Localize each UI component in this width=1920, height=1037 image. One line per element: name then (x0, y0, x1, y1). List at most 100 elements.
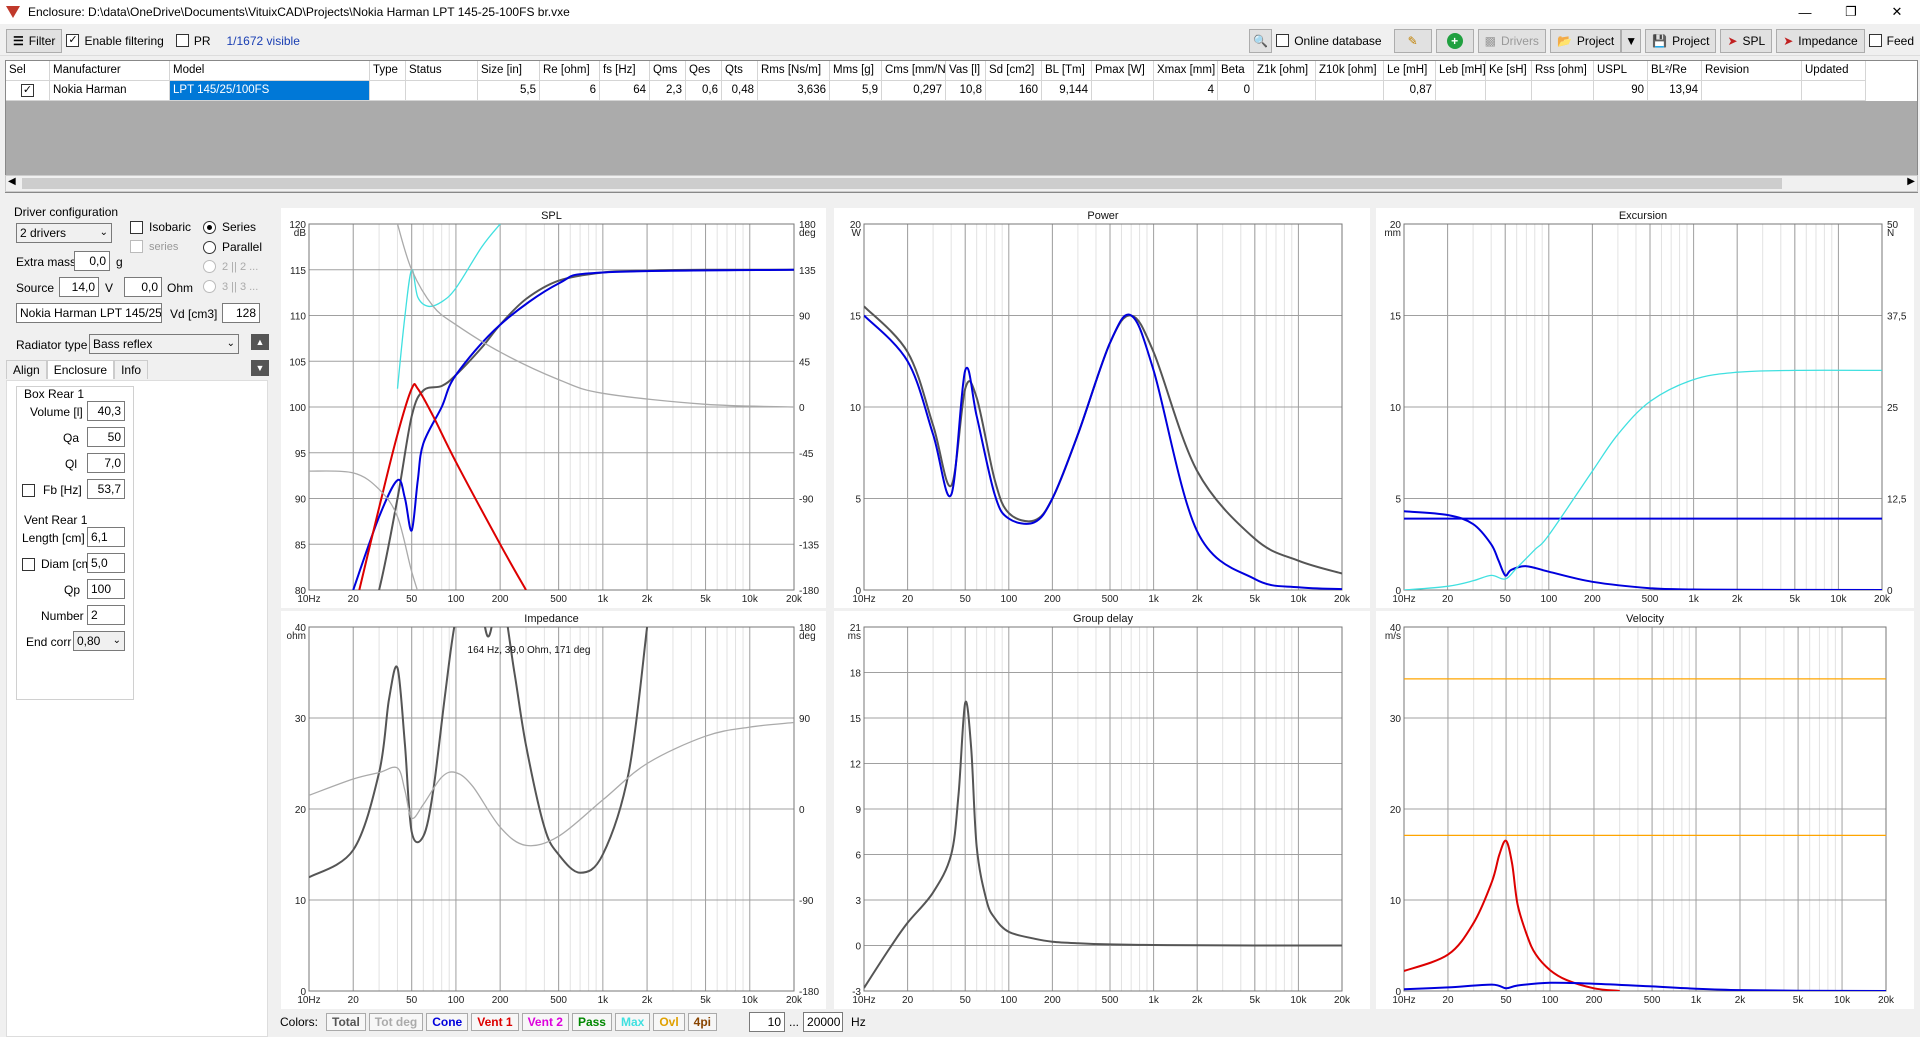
table-cell[interactable]: 9,144 (1042, 81, 1092, 101)
frequency-max-input[interactable]: 20000 (803, 1012, 844, 1032)
ql-input[interactable]: 7,0 (87, 453, 125, 473)
color-toggle-7[interactable]: Ovl (653, 1013, 685, 1031)
scroll-right-icon[interactable]: ▶ (1907, 176, 1915, 187)
table-cell[interactable] (406, 81, 478, 101)
scrollbar-thumb[interactable] (22, 178, 1782, 189)
tab-enclosure[interactable]: Enclosure (46, 360, 115, 379)
table-cell[interactable]: 64 (600, 81, 650, 101)
project-open-button[interactable]: 📂 Project (1549, 28, 1622, 53)
column-header[interactable]: Z10k [ohm] (1316, 61, 1384, 81)
collapse-down-button[interactable]: ▼ (251, 360, 269, 376)
column-header[interactable]: Model (170, 61, 370, 81)
table-cell[interactable]: Nokia Harman (50, 81, 170, 101)
table-cell[interactable]: 10,8 (946, 81, 986, 101)
minimize-button[interactable]: — (1782, 0, 1828, 24)
edit-button[interactable]: ✎ (1393, 28, 1432, 53)
table-cell[interactable]: 0 (1218, 81, 1254, 101)
table-cell[interactable] (1532, 81, 1594, 101)
driver-name-input[interactable]: Nokia Harman LPT 145/25/1 (16, 303, 162, 323)
search-button[interactable]: 🔍 (1249, 28, 1273, 53)
isobaric-checkbox[interactable]: Isobaric (130, 220, 191, 234)
color-toggle-8[interactable]: 4pi (687, 1013, 718, 1031)
column-header[interactable]: Beta (1218, 61, 1254, 81)
color-toggle-5[interactable]: Pass (571, 1013, 612, 1031)
table-cell[interactable] (1802, 81, 1866, 101)
column-header[interactable]: Leb [mH] (1436, 61, 1486, 81)
column-header[interactable]: Manufacturer (50, 61, 170, 81)
column-header[interactable]: Ke [sH] (1486, 61, 1532, 81)
table-cell[interactable]: 13,94 (1648, 81, 1702, 101)
diam-checkbox[interactable]: Diam [cm] (22, 557, 95, 571)
column-header[interactable]: Sd [cm2] (986, 61, 1042, 81)
row-select-cell[interactable]: ✓ (6, 81, 50, 101)
table-cell[interactable]: 90 (1594, 81, 1648, 101)
color-toggle-6[interactable]: Max (614, 1013, 651, 1031)
table-cell[interactable]: LPT 145/25/100FS (170, 81, 370, 101)
table-row[interactable]: ✓ Nokia Harman LPT 145/25/100FS 5,5 6 64 2,3 0,… (6, 81, 1917, 101)
qp-input[interactable]: 100 (87, 579, 125, 599)
pr-checkbox[interactable]: PR (175, 34, 211, 48)
table-cell[interactable]: 0,87 (1384, 81, 1436, 101)
close-button[interactable]: ✕ (1874, 0, 1920, 24)
table-cell[interactable]: 160 (986, 81, 1042, 101)
filter-button[interactable]: ☰ Filter (6, 28, 63, 53)
column-header[interactable]: Size [in] (478, 61, 540, 81)
extra-mass-input[interactable]: 0,0 (74, 251, 110, 271)
project-dropdown-button[interactable]: ▼ (1621, 28, 1642, 53)
3x3-radio[interactable]: 3 || 3 ... (203, 280, 258, 293)
enable-filtering-checkbox[interactable]: ✓ Enable filtering (66, 34, 164, 48)
column-header[interactable]: Revision (1702, 61, 1802, 81)
column-header[interactable]: Mms [g] (830, 61, 882, 81)
table-cell[interactable]: 6 (540, 81, 600, 101)
length-input[interactable]: 6,1 (87, 527, 125, 547)
qa-input[interactable]: 50 (87, 427, 125, 447)
spl-export-button[interactable]: ➤ SPL (1720, 28, 1773, 53)
collapse-up-button[interactable]: ▲ (251, 334, 269, 350)
table-cell[interactable]: 3,636 (758, 81, 830, 101)
color-toggle-0[interactable]: Total (326, 1013, 366, 1031)
table-cell[interactable] (1702, 81, 1802, 101)
column-header[interactable]: Type (370, 61, 406, 81)
impedance-export-button[interactable]: ➤ Impedance (1776, 28, 1865, 53)
volume-input[interactable]: 40,3 (87, 401, 125, 421)
diam-input[interactable]: 5,0 (87, 553, 125, 573)
color-toggle-4[interactable]: Vent 2 (521, 1013, 569, 1031)
column-header[interactable]: Cms [mm/N] (882, 61, 946, 81)
fb-checkbox[interactable]: Fb [Hz] (22, 483, 82, 497)
table-cell[interactable]: 5,5 (478, 81, 540, 101)
table-cell[interactable] (1316, 81, 1384, 101)
column-header[interactable]: Qes (686, 61, 722, 81)
column-header[interactable]: USPL (1594, 61, 1648, 81)
table-cell[interactable] (370, 81, 406, 101)
2x2-radio[interactable]: 2 || 2 ... (203, 260, 258, 273)
column-header[interactable]: fs [Hz] (600, 61, 650, 81)
feed-checkbox[interactable]: Feed (1868, 34, 1914, 48)
source-resistance-input[interactable]: 0,0 (124, 277, 162, 297)
column-header[interactable]: Qts (722, 61, 758, 81)
column-header[interactable]: Qms (650, 61, 686, 81)
color-toggle-3[interactable]: Vent 1 (471, 1013, 519, 1031)
table-cell[interactable] (1436, 81, 1486, 101)
online-database-checkbox[interactable]: Online database (1276, 34, 1382, 48)
table-cell[interactable] (1092, 81, 1154, 101)
maximize-button[interactable]: ❐ (1828, 0, 1874, 24)
column-header[interactable]: Status (406, 61, 478, 81)
tab-info[interactable]: Info (114, 360, 149, 379)
add-button[interactable]: + (1435, 28, 1474, 53)
table-cell[interactable]: 2,3 (650, 81, 686, 101)
color-toggle-2[interactable]: Cone (426, 1013, 469, 1031)
radiator-type-select[interactable]: Bass reflex ⌄ (89, 334, 239, 354)
column-header[interactable]: Vas [l] (946, 61, 986, 81)
isobaric-series-checkbox[interactable]: series (130, 240, 178, 253)
column-header[interactable]: Rms [Ns/m] (758, 61, 830, 81)
column-header[interactable]: Rss [ohm] (1532, 61, 1594, 81)
column-header[interactable]: Sel (6, 61, 50, 81)
end-corr-select[interactable]: 0,80 ⌄ (73, 631, 125, 651)
column-header[interactable]: Z1k [ohm] (1254, 61, 1316, 81)
frequency-min-input[interactable]: 10 (749, 1012, 786, 1032)
table-cell[interactable]: 0,6 (686, 81, 722, 101)
drivers-count-select[interactable]: 2 drivers ⌄ (16, 223, 112, 243)
column-header[interactable]: BL²/Re (1648, 61, 1702, 81)
series-radio[interactable]: Series (203, 220, 256, 234)
parallel-radio[interactable]: Parallel (203, 240, 262, 254)
